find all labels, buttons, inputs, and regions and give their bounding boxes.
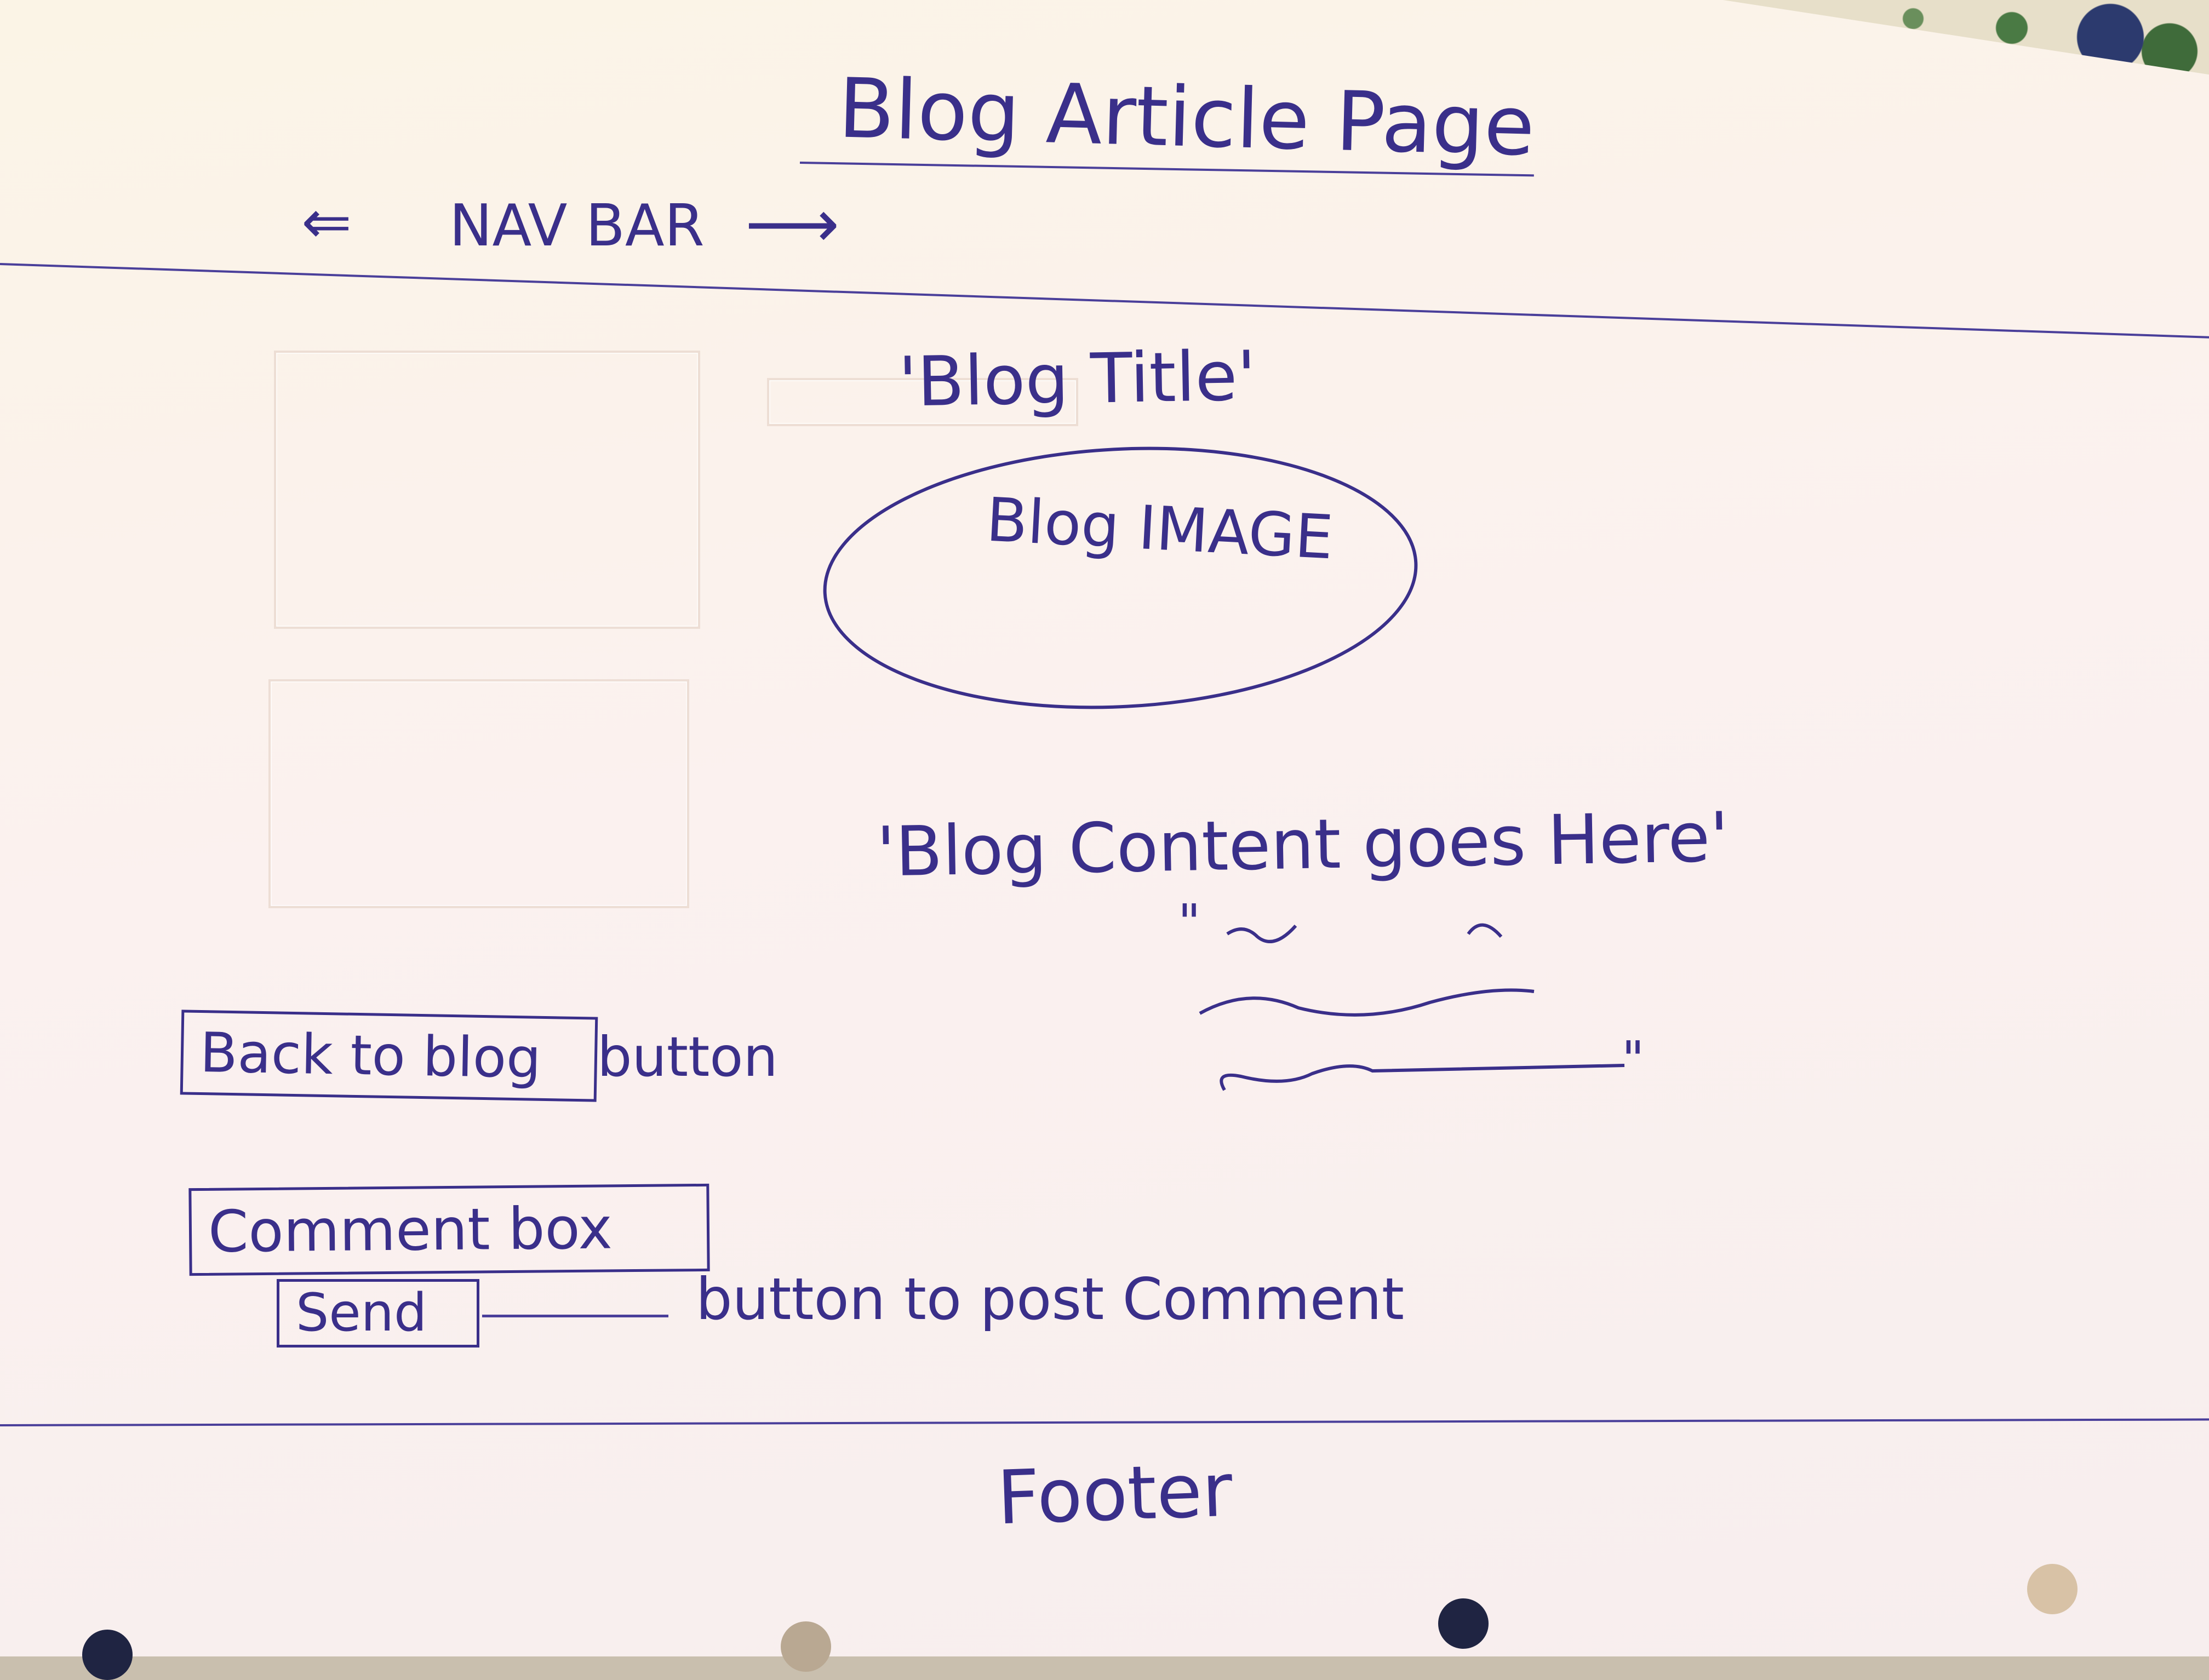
binder-hole [2027,1564,2078,1614]
navbar-label: NAV BAR [449,192,705,259]
back-to-blog-label: Back to blog [199,1020,542,1091]
blog-content-text: 'Blog Content goes Here' [875,798,1730,892]
binder-hole [781,1621,831,1672]
embossed-box [268,679,689,908]
nav-left-arrow: ⇐ [301,187,352,257]
comment-box-label: Comment box [208,1194,613,1265]
send-connector-line [482,1315,668,1317]
back-to-blog-button[interactable]: Back to blog [180,1010,598,1102]
send-button[interactable]: Send [277,1279,479,1348]
embossed-box [274,351,700,629]
nav-right-arrow: ⟶ [745,186,840,262]
binder-hole [1438,1598,1489,1649]
page-title: Blog Article Page [837,61,1536,175]
blog-image-placeholder [823,446,1418,709]
comment-box[interactable]: Comment box [188,1183,710,1276]
content-squiggles [1199,923,1625,1091]
send-note: button to post Comment [696,1266,1405,1333]
blog-image-label: Blog IMAGE [985,484,1335,573]
back-button-note: button [597,1025,778,1089]
send-button-label: Send [296,1283,427,1343]
binder-hole [82,1630,133,1680]
blog-title: 'Blog Title' [897,336,1257,422]
footer-label: Footer [995,1447,1234,1541]
